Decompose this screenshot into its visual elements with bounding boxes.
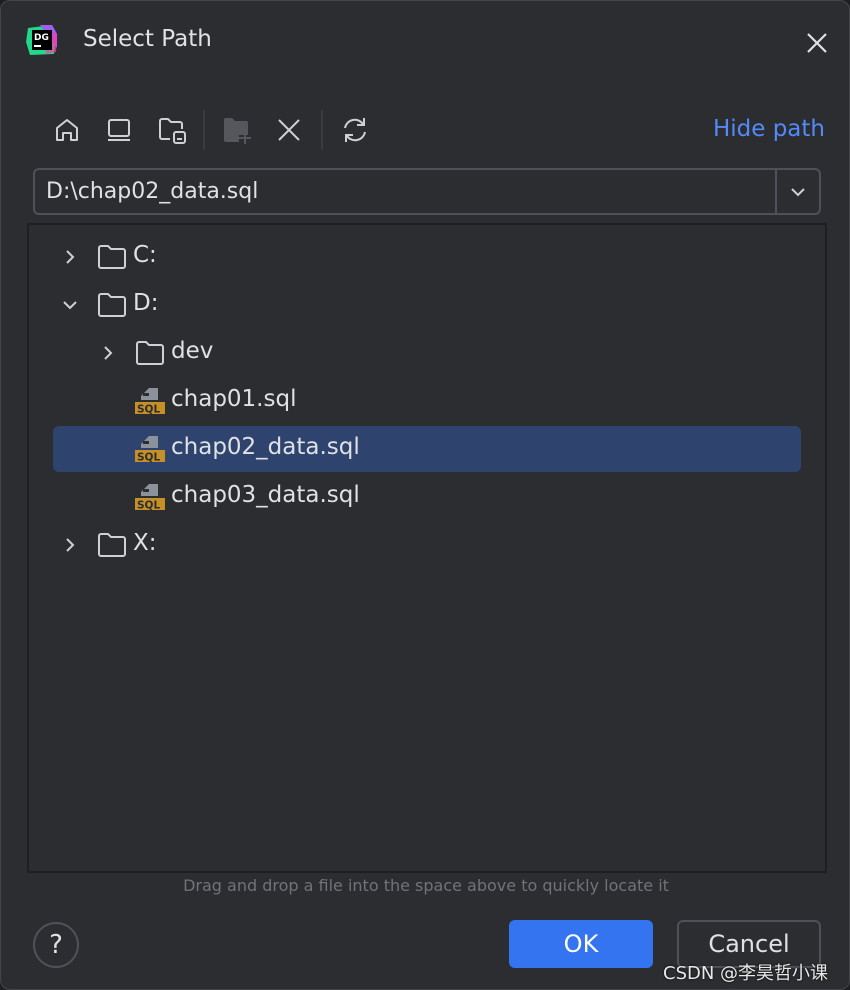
ok-button[interactable]: OK <box>509 920 653 968</box>
tree-item[interactable]: SQL chap02_data.sql <box>53 426 801 472</box>
watermark: CSDN @李昊哲小课 <box>663 963 829 984</box>
new-folder-icon <box>224 118 251 144</box>
project-folder-button[interactable] <box>155 113 189 147</box>
toolbar-separator <box>203 110 205 150</box>
chevron-down-icon <box>791 187 805 196</box>
project-folder-icon <box>159 118 186 144</box>
sql-file-icon: SQL <box>135 436 165 464</box>
path-history-dropdown[interactable] <box>775 170 819 213</box>
tree-item[interactable]: SQL chap03_data.sql <box>53 474 801 520</box>
folder-icon <box>98 245 126 269</box>
svg-text:SQL: SQL <box>137 452 160 464</box>
tree-item-label: chap01.sql <box>171 386 297 412</box>
hide-path-link[interactable]: Hide path <box>713 116 825 142</box>
home-button[interactable] <box>50 113 84 147</box>
sql-file-icon: SQL <box>135 388 165 416</box>
folder-icon <box>136 341 164 365</box>
close-icon[interactable] <box>803 29 831 57</box>
tree-item[interactable]: C: <box>53 234 801 280</box>
tree-item[interactable]: SQL chap01.sql <box>53 378 801 424</box>
select-path-dialog: DG Select Path Hide path C: D: dev SQL chap0… <box>0 0 850 990</box>
tree-item-label: chap03_data.sql <box>171 482 360 508</box>
file-tree[interactable]: C: D: dev SQL chap01.sql SQL chap02_data.sql SQ… <box>27 223 827 873</box>
refresh-icon <box>344 118 366 142</box>
path-combobox[interactable] <box>33 168 821 215</box>
tree-item-label: chap02_data.sql <box>171 434 360 460</box>
tree-item-label: dev <box>171 338 214 364</box>
tree-item[interactable]: D: <box>53 282 801 328</box>
svg-text:SQL: SQL <box>137 500 160 512</box>
new-folder-button[interactable] <box>220 113 254 147</box>
chevron-right-icon[interactable] <box>60 247 80 267</box>
tree-item-label: D: <box>133 290 159 316</box>
delete-button[interactable] <box>272 113 306 147</box>
chevron-right-icon[interactable] <box>60 535 80 555</box>
desktop-button[interactable] <box>102 113 136 147</box>
tree-item[interactable]: dev <box>53 330 801 376</box>
tree-item[interactable]: X: <box>53 522 801 568</box>
folder-icon <box>98 533 126 557</box>
path-input[interactable] <box>35 170 775 213</box>
datagrip-logo-icon: DG <box>26 25 57 55</box>
drag-drop-hint: Drag and drop a file into the space abov… <box>183 876 669 895</box>
svg-text:SQL: SQL <box>137 404 160 416</box>
home-icon <box>56 119 78 141</box>
refresh-button[interactable] <box>338 113 372 147</box>
folder-icon <box>98 293 126 317</box>
dialog-title: Select Path <box>83 26 212 52</box>
chevron-right-icon[interactable] <box>98 343 118 363</box>
tree-item-label: X: <box>133 530 157 556</box>
tree-item-label: C: <box>133 242 157 268</box>
desktop-icon <box>108 119 130 141</box>
toolbar-separator <box>321 110 323 150</box>
delete-icon <box>278 119 300 141</box>
svg-text:DG: DG <box>34 33 49 43</box>
help-button[interactable]: ? <box>33 922 79 968</box>
chevron-down-icon[interactable] <box>60 295 80 315</box>
sql-file-icon: SQL <box>135 484 165 512</box>
